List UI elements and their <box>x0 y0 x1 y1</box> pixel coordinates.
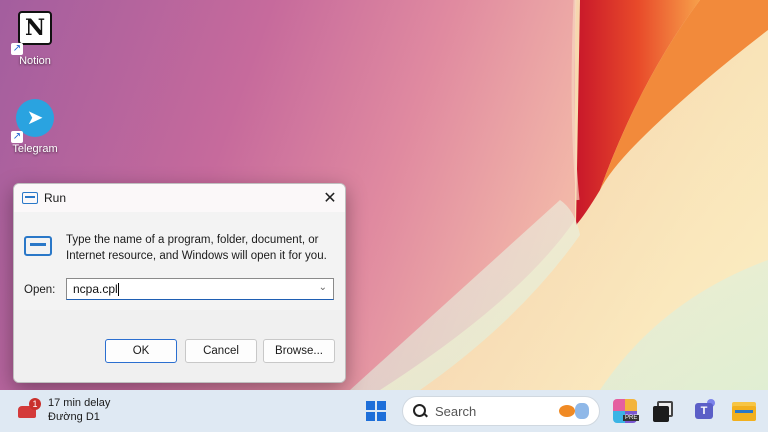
teams-app-icon[interactable]: T <box>693 399 717 423</box>
run-description: Type the name of a program, folder, docu… <box>66 234 327 262</box>
open-input-value: ncpa.cpl <box>73 282 118 296</box>
open-label: Open: <box>24 284 56 296</box>
run-program-icon <box>24 236 52 256</box>
traffic-car-icon: 1 <box>14 398 41 422</box>
start-button[interactable] <box>366 401 386 421</box>
cancel-button[interactable]: Cancel <box>185 339 257 363</box>
taskbar: 1 17 min delay Đường D1 Search PRE T <box>0 390 768 432</box>
desktop-icon-label: Notion <box>19 55 51 67</box>
browse-button[interactable]: Browse... <box>263 339 335 363</box>
run-icon <box>22 192 38 204</box>
widget-text: 17 min delay Đường D1 <box>48 396 110 424</box>
search-icon <box>413 404 427 418</box>
shortcut-arrow-icon: ↗ <box>11 43 23 55</box>
notion-glyph: N <box>18 11 52 45</box>
widget-line1: 17 min delay <box>48 397 111 409</box>
run-dialog: Run ✕ Type the name of a program, folder… <box>13 183 346 383</box>
search-placeholder: Search <box>435 403 477 419</box>
file-explorer-icon[interactable] <box>732 399 756 423</box>
notification-badge: 1 <box>29 398 41 410</box>
teams-glyph: T <box>695 403 713 419</box>
desktop: N ↗ Notion ➤ ↗ Telegram Run ✕ Type the n… <box>0 0 768 390</box>
shortcut-arrow-icon: ↗ <box>11 131 23 143</box>
desktop-icon-notion[interactable]: N ↗ Notion <box>0 8 70 67</box>
desktop-icon-telegram[interactable]: ➤ ↗ Telegram <box>0 98 70 155</box>
run-title: Run <box>44 191 67 205</box>
widget-line2: Đường D1 <box>48 411 100 423</box>
search-box[interactable]: Search <box>402 396 600 426</box>
run-titlebar[interactable]: Run ✕ <box>14 184 345 212</box>
ok-button[interactable]: OK <box>105 339 177 363</box>
open-input[interactable]: ncpa.cpl ⌄ <box>66 278 334 300</box>
notion-icon: N ↗ <box>11 11 55 55</box>
task-view-icon[interactable] <box>651 399 675 423</box>
close-button[interactable]: ✕ <box>315 184 345 212</box>
telegram-icon: ➤ ↗ <box>11 99 55 143</box>
chevron-down-icon[interactable]: ⌄ <box>319 282 327 293</box>
traffic-widget[interactable]: 1 17 min delay Đường D1 <box>14 396 110 424</box>
desktop-icon-label: Telegram <box>12 143 58 155</box>
close-icon: ✕ <box>323 190 337 207</box>
copilot-app-icon[interactable]: PRE <box>613 399 640 423</box>
text-cursor <box>117 283 119 297</box>
preview-badge: PRE <box>623 415 640 421</box>
search-highlight-icon <box>557 401 593 421</box>
windows-logo-icon <box>366 401 375 410</box>
